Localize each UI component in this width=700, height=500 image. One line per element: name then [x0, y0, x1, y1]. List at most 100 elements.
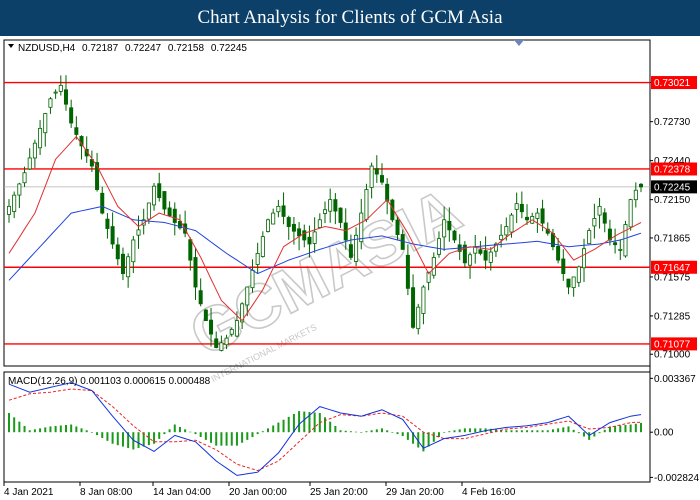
macd-bar	[541, 430, 544, 433]
macd-bar	[324, 417, 326, 433]
macd-bar	[54, 425, 57, 433]
macd-bar	[562, 427, 565, 433]
macd-bar	[215, 432, 218, 446]
macd-bar	[515, 430, 518, 433]
macd-bar	[18, 421, 21, 433]
macd-bar	[360, 432, 363, 433]
macd-bar	[463, 428, 466, 433]
candle	[587, 228, 592, 245]
macd-bar	[70, 424, 73, 433]
macd-bar	[251, 432, 254, 437]
macd-bar	[303, 411, 306, 433]
macd-bar	[210, 432, 213, 443]
macd-bar	[204, 432, 207, 440]
current-price-badge-label: 0.72245	[654, 182, 691, 193]
chart-svg[interactable]: GCMASIA INTERNATIONAL MARKETS 0.730210.7…	[0, 36, 700, 500]
macd-bar	[199, 432, 202, 437]
macd-header: MACD(12,26,9) 0.001103 0.000615 0.000488	[8, 376, 211, 387]
macd-bar	[8, 413, 10, 433]
macd-bar	[624, 425, 627, 433]
price-tick-label: 0.72730	[654, 117, 691, 128]
macd-bar	[292, 413, 295, 433]
macd-bar	[28, 430, 31, 433]
macd-bar	[163, 432, 166, 435]
high-value: 0.72247	[125, 43, 162, 54]
macd-bar	[458, 429, 461, 433]
level-badge-2: 0.71647	[651, 260, 697, 274]
macd-bar	[147, 432, 150, 446]
macd-bar	[583, 432, 586, 437]
chart-area[interactable]: GCMASIA INTERNATIONAL MARKETS 0.730210.7…	[0, 36, 700, 500]
time-tick-label: 29 Jan 20:00	[386, 487, 444, 498]
macd-bar	[619, 425, 622, 433]
macd-bar	[13, 417, 16, 433]
time-tick-label: 8 Jan 08:00	[80, 487, 133, 498]
level-badge-1-label: 0.72378	[654, 164, 691, 175]
time-tick-label: 4 Jan 2021	[4, 487, 54, 498]
macd-bar	[536, 430, 539, 433]
macd-bar	[474, 428, 477, 433]
macd-bar	[194, 432, 197, 435]
macd-bar	[313, 412, 316, 433]
macd-bar	[567, 426, 570, 433]
macd-bar	[577, 432, 580, 434]
price-tick-label: 0.72150	[654, 195, 691, 206]
macd-bar	[355, 431, 358, 433]
macd-bar	[75, 426, 78, 433]
macd-bar	[349, 431, 352, 433]
macd-bar	[443, 432, 446, 433]
macd-bar	[49, 426, 52, 433]
macd-bar	[246, 432, 249, 440]
candle	[203, 308, 208, 322]
macd-bar	[137, 432, 140, 449]
macd-bar	[85, 430, 88, 433]
macd-bar	[344, 430, 347, 433]
macd-bar	[90, 432, 93, 433]
time-tick-label: 14 Jan 04:00	[153, 487, 211, 498]
macd-bar	[329, 421, 332, 433]
current-price-badge: 0.72245	[651, 180, 697, 194]
macd-bar	[33, 429, 36, 433]
level-badge-0: 0.73021	[651, 76, 697, 90]
macd-tick-label: -0.002824	[654, 473, 699, 484]
macd-bar	[469, 428, 472, 433]
time-tick-label: 20 Jan 00:00	[229, 487, 287, 498]
symbol-label: NZDUSD,H4	[18, 43, 76, 54]
macd-bar	[287, 416, 290, 433]
macd-bar	[23, 425, 26, 433]
macd-bar	[282, 419, 285, 433]
macd-bar	[598, 432, 601, 434]
price-tick-label: 0.71285	[654, 311, 691, 322]
macd-bar	[241, 432, 244, 443]
macd-bar	[267, 428, 270, 433]
candle	[364, 183, 369, 223]
macd-bar	[272, 425, 275, 433]
macd-bar	[520, 430, 523, 433]
macd-bar	[334, 425, 337, 433]
macd-bar	[277, 422, 280, 433]
macd-bar	[603, 429, 606, 433]
candle	[628, 198, 633, 231]
chart-banner-title: Chart Analysis for Clients of GCM Asia	[0, 0, 700, 36]
macd-bar	[526, 430, 529, 433]
low-value: 0.72158	[168, 43, 205, 54]
macd-bar	[640, 422, 642, 433]
time-tick-label: 4 Feb 16:00	[462, 487, 516, 498]
macd-bar	[572, 429, 575, 433]
macd-bar	[546, 430, 549, 433]
macd-bar	[116, 432, 119, 446]
macd-bar	[365, 431, 368, 433]
candle	[623, 220, 628, 258]
macd-bar	[510, 430, 513, 433]
level-badge-3-label: 0.71077	[654, 339, 691, 350]
macd-bar	[64, 425, 67, 433]
macd-bar	[173, 424, 176, 433]
macd-bar	[375, 429, 378, 433]
macd-bar	[121, 432, 124, 447]
price-tick-label: 0.71000	[654, 350, 691, 361]
macd-bar	[96, 432, 99, 436]
macd-bar	[298, 411, 301, 433]
macd-bar	[158, 432, 161, 439]
macd-bar	[235, 432, 238, 446]
macd-bar	[634, 423, 637, 433]
